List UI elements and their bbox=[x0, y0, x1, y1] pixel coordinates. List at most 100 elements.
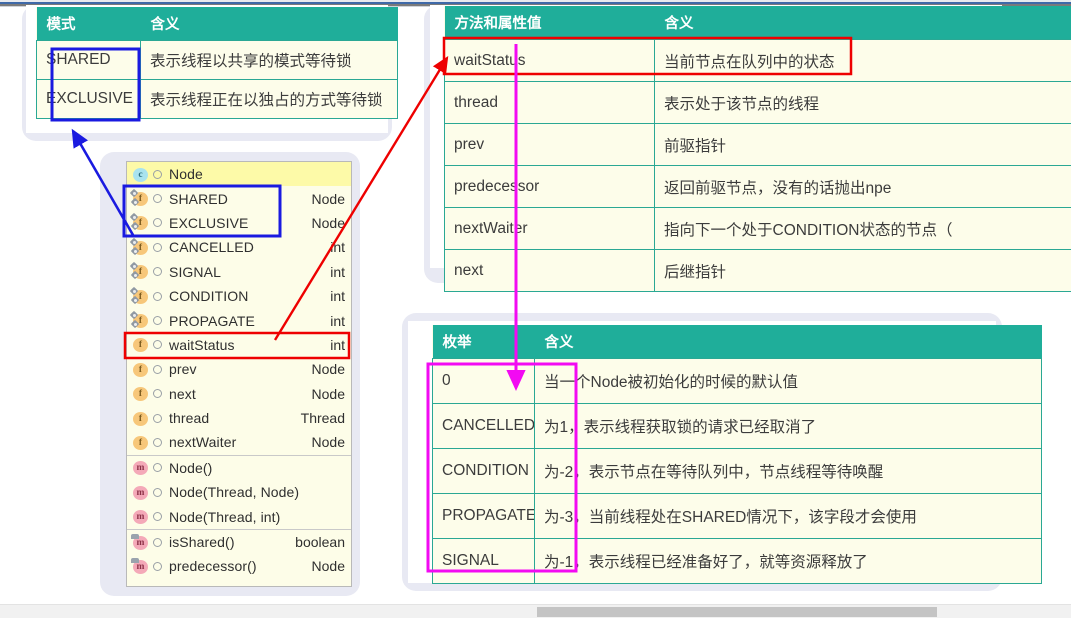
outline-item[interactable]: mNode() bbox=[127, 456, 351, 480]
visibility-marker-icon bbox=[153, 562, 162, 571]
outline-item-type: int bbox=[322, 288, 345, 304]
method-table-name-cell: waitStatus bbox=[445, 40, 655, 82]
visibility-marker-icon bbox=[153, 292, 162, 301]
field-icon: f bbox=[131, 384, 150, 403]
horizontal-scrollbar[interactable] bbox=[0, 604, 1071, 618]
visibility-marker-icon bbox=[153, 243, 162, 252]
final-modifier-badge-icon bbox=[131, 247, 140, 256]
outline-item[interactable]: mNode(Thread, Node) bbox=[127, 480, 351, 504]
table-row: EXCLUSIVE表示线程正在以独占的方式等待锁 bbox=[37, 80, 398, 119]
outline-item-type: Thread bbox=[293, 410, 345, 426]
mode-table: 模式 含义 SHARED表示线程以共享的模式等待锁EXCLUSIVE表示线程正在… bbox=[36, 7, 398, 119]
mode-table-header-mode: 模式 bbox=[37, 7, 141, 41]
final-method-icon: m bbox=[131, 533, 150, 552]
table-row: waitStatus当前节点在队列中的状态 bbox=[445, 40, 1071, 82]
outline-item[interactable]: m Node(Thread, int) bbox=[127, 504, 351, 528]
visibility-marker-icon bbox=[153, 512, 162, 521]
method-table-name-cell: prev bbox=[445, 124, 655, 166]
static-field-icon: f bbox=[131, 287, 150, 306]
outline-item[interactable]: fSHAREDNode bbox=[127, 186, 351, 210]
method-table-name-cell: predecessor bbox=[445, 166, 655, 208]
outline-item-name: PROPAGATE bbox=[169, 313, 322, 329]
outline-item-name: isShared() bbox=[169, 534, 287, 550]
enum-table-meaning-cell: 为-1，表示线程已经准备好了，就等资源释放了 bbox=[535, 539, 1042, 584]
outline-item-type: Node bbox=[304, 558, 345, 574]
outline-item-name: thread bbox=[169, 410, 293, 426]
outline-item[interactable]: fSIGNALint bbox=[127, 260, 351, 284]
method-icon: m bbox=[131, 458, 150, 477]
outline-item-name: Node(Thread, Node) bbox=[169, 484, 337, 500]
outline-item[interactable]: fnextNode bbox=[127, 382, 351, 406]
method-table-header-meaning: 含义 bbox=[655, 6, 1071, 40]
outline-item-name: SIGNAL bbox=[169, 264, 322, 280]
outline-item[interactable]: f waitStatusint bbox=[127, 333, 351, 357]
outline-item[interactable]: fprevNode bbox=[127, 357, 351, 381]
visibility-marker-icon bbox=[153, 538, 162, 547]
outline-item-type: boolean bbox=[287, 534, 345, 550]
method-table-meaning-cell: 前驱指针 bbox=[655, 124, 1071, 166]
outline-item[interactable]: fnextWaiterNode bbox=[127, 430, 351, 454]
outline-item-name: Node(Thread, int) bbox=[169, 509, 337, 525]
outline-item-name: predecessor() bbox=[169, 558, 304, 574]
visibility-marker-icon bbox=[153, 340, 162, 349]
outline-item[interactable]: cNode bbox=[127, 162, 351, 186]
method-icon: m bbox=[131, 507, 150, 526]
outline-item[interactable]: f CONDITIONint bbox=[127, 284, 351, 308]
mode-table-name-cell: EXCLUSIVE bbox=[37, 80, 141, 119]
outline-item-name: nextWaiter bbox=[169, 434, 304, 450]
visibility-marker-icon bbox=[153, 267, 162, 276]
method-table-meaning-cell: 表示处于该节点的线程 bbox=[655, 82, 1071, 124]
outline-item[interactable]: fEXCLUSIVENode bbox=[127, 211, 351, 235]
table-row: thread表示处于该节点的线程 bbox=[445, 82, 1071, 124]
visibility-marker-icon bbox=[153, 488, 162, 497]
mode-table-meaning-cell: 表示线程以共享的模式等待锁 bbox=[141, 41, 398, 80]
outline-item-name: CANCELLED bbox=[169, 239, 322, 255]
field-icon: f bbox=[131, 433, 150, 452]
field-icon: f bbox=[131, 409, 150, 428]
enum-table-meaning-cell: 为1，表示线程获取锁的请求已经取消了 bbox=[535, 404, 1042, 449]
final-modifier-badge-icon bbox=[131, 222, 140, 231]
outline-item[interactable]: mpredecessor()Node bbox=[127, 554, 351, 578]
outline-item-name: waitStatus bbox=[169, 337, 322, 353]
static-field-icon: f bbox=[131, 213, 150, 232]
horizontal-scrollbar-thumb[interactable] bbox=[537, 607, 937, 617]
outline-item-type: int bbox=[322, 337, 345, 353]
mode-table-header-row: 模式 含义 bbox=[37, 7, 398, 41]
field-icon: f bbox=[131, 360, 150, 379]
final-modifier-badge-icon bbox=[131, 320, 140, 329]
table-row: nextWaiter指向下一个处于CONDITION状态的节点（ bbox=[445, 208, 1071, 250]
enum-table-header-row: 枚举 含义 bbox=[433, 325, 1042, 359]
outline-item-type: int bbox=[322, 239, 345, 255]
outline-item[interactable]: fPROPAGATEint bbox=[127, 308, 351, 332]
visibility-marker-icon bbox=[153, 170, 162, 179]
visibility-marker-icon bbox=[153, 463, 162, 472]
enum-table-header-meaning: 含义 bbox=[535, 325, 1042, 359]
mode-table-meaning-cell: 表示线程正在以独占的方式等待锁 bbox=[141, 80, 398, 119]
outline-item-name: Node bbox=[169, 166, 337, 182]
outline-item[interactable]: fCANCELLEDint bbox=[127, 235, 351, 259]
outline-item[interactable]: m isShared()boolean bbox=[127, 530, 351, 554]
outline-item-type: Node bbox=[304, 386, 345, 402]
field-icon: f bbox=[131, 335, 150, 354]
enum-table-name-cell: PROPAGATE bbox=[433, 494, 535, 539]
class-structure-outline-panel[interactable]: cNodefSHAREDNodefEXCLUSIVENodefCANCELLED… bbox=[126, 161, 352, 587]
table-row: PROPAGATE为-3，当前线程处在SHARED情况下，该字段才会使用 bbox=[433, 494, 1042, 539]
enum-table-name-cell: CANCELLED bbox=[433, 404, 535, 449]
method-table-header-name: 方法和属性值 bbox=[445, 6, 655, 40]
visibility-marker-icon bbox=[153, 365, 162, 374]
outline-item[interactable]: f threadThread bbox=[127, 406, 351, 430]
enum-table-meaning-cell: 当一个Node被初始化的时候的默认值 bbox=[535, 359, 1042, 404]
enum-table-meaning-cell: 为-3，当前线程处在SHARED情况下，该字段才会使用 bbox=[535, 494, 1042, 539]
enum-table-name-cell: CONDITION bbox=[433, 449, 535, 494]
table-row: SIGNAL为-1，表示线程已经准备好了，就等资源释放了 bbox=[433, 539, 1042, 584]
final-modifier-badge-icon bbox=[131, 198, 140, 207]
outline-item-name: CONDITION bbox=[169, 288, 322, 304]
method-table-meaning-cell: 后继指针 bbox=[655, 250, 1071, 292]
table-row: 0当一个Node被初始化的时候的默认值 bbox=[433, 359, 1042, 404]
enum-table-header-name: 枚举 bbox=[433, 325, 535, 359]
final-modifier-badge-icon bbox=[131, 532, 140, 541]
static-field-icon: f bbox=[131, 189, 150, 208]
visibility-marker-icon bbox=[153, 218, 162, 227]
static-field-icon: f bbox=[131, 311, 150, 330]
method-attribute-table: 方法和属性值 含义 waitStatus当前节点在队列中的状态thread表示处… bbox=[444, 6, 1071, 292]
